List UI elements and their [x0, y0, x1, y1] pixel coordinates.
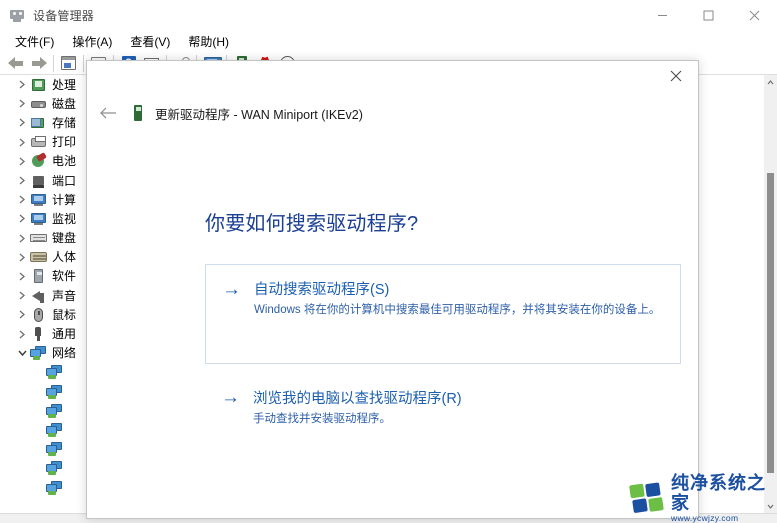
option-description: Windows 将在你的计算机中搜索最佳可用驱动程序，并将其安装在你的设备上。 [254, 304, 661, 316]
chevron-right-icon[interactable] [14, 326, 30, 342]
computer-icon [30, 192, 47, 208]
network-adapter-icon [46, 384, 63, 400]
tree-node-label: 磁盘 [52, 96, 77, 111]
software-device-icon [30, 268, 47, 284]
chevron-right-icon[interactable] [14, 96, 30, 112]
menu-file[interactable]: 文件(F) [6, 31, 63, 52]
window-titlebar: 设备管理器 [0, 0, 777, 30]
option-title[interactable]: 自动搜索驱动程序(S) [254, 278, 389, 299]
print-queue-icon [30, 134, 47, 150]
scrollbar-thumb[interactable] [767, 173, 774, 473]
dialog-header: 更新驱动程序 - WAN Miniport (IKEv2) [87, 97, 698, 129]
dialog-question: 你要如何搜索驱动程序? [205, 213, 419, 235]
tree-node-label: 处理 [52, 77, 77, 92]
chevron-right-icon[interactable] [14, 288, 30, 304]
auto-search-driver-option[interactable]: → 自动搜索驱动程序(S) Windows 将在你的计算机中搜索最佳可用驱动程序… [205, 264, 681, 364]
forward-arrow-icon [31, 56, 47, 70]
tree-node-label: 声音 [52, 288, 77, 303]
chevron-down-icon[interactable] [14, 345, 30, 361]
storage-controller-icon [30, 115, 47, 131]
chevron-right-icon[interactable] [14, 268, 30, 284]
window-controls [639, 0, 777, 30]
option-description: 手动查找并安装驱动程序。 [253, 413, 391, 425]
properties-icon [61, 56, 76, 70]
close-icon [749, 10, 759, 20]
chevron-up-icon [767, 79, 774, 84]
option-title[interactable]: 浏览我的电脑以查找驱动程序(R) [253, 387, 462, 408]
tree-node-label: 通用 [52, 327, 77, 342]
hid-icon [30, 249, 47, 265]
maximize-icon [703, 10, 713, 20]
network-adapter-icon [30, 345, 47, 361]
chevron-right-icon[interactable] [14, 211, 30, 227]
usb-icon [30, 326, 47, 342]
maximize-button[interactable] [685, 0, 731, 30]
back-button[interactable] [4, 53, 27, 74]
vertical-scrollbar[interactable] [764, 75, 777, 513]
update-driver-dialog: 更新驱动程序 - WAN Miniport (IKEv2) 你要如何搜索驱动程序… [86, 60, 699, 519]
toolbar-separator [83, 54, 84, 72]
dialog-close-button[interactable] [653, 61, 698, 90]
tree-node-label: 键盘 [52, 231, 77, 246]
scroll-up-button[interactable] [764, 75, 777, 89]
minimize-icon [657, 14, 667, 16]
tree-node-label: 存储 [52, 115, 77, 130]
arrow-right-icon: → [222, 279, 241, 300]
tree-node-label: 打印 [52, 135, 77, 150]
back-arrow-icon [7, 56, 24, 70]
dialog-back-button[interactable] [93, 98, 123, 128]
properties-button[interactable] [57, 53, 80, 74]
battery-icon [30, 153, 47, 169]
keyboard-icon [30, 230, 47, 246]
menu-view[interactable]: 查看(V) [121, 31, 179, 52]
close-button[interactable] [731, 0, 777, 30]
tree-node-label: 监视 [52, 211, 77, 226]
network-adapter-icon [46, 403, 63, 419]
network-adapter-icon [46, 460, 63, 476]
close-icon [670, 70, 681, 81]
tree-node-label: 人体 [52, 250, 77, 265]
cpu-icon [30, 77, 47, 93]
device-manager-window: 设备管理器 文件(F) 操作(A) 查看(V) 帮助(H) 处理 磁盘 存储 打… [0, 0, 777, 523]
back-arrow-icon [100, 107, 116, 119]
device-manager-icon [9, 7, 25, 23]
mouse-icon [30, 307, 47, 323]
tree-node-label: 计算 [52, 192, 77, 207]
chevron-right-icon[interactable] [14, 134, 30, 150]
chevron-right-icon[interactable] [14, 173, 30, 189]
menu-action[interactable]: 操作(A) [63, 31, 121, 52]
sound-icon [30, 288, 47, 304]
chevron-down-icon [767, 504, 774, 509]
toolbar-separator [53, 54, 54, 72]
minimize-button[interactable] [639, 0, 685, 30]
dialog-title: 更新驱动程序 - WAN Miniport (IKEv2) [155, 107, 363, 122]
device-icon [131, 105, 145, 121]
menu-bar: 文件(F) 操作(A) 查看(V) 帮助(H) [0, 30, 777, 52]
window-title: 设备管理器 [33, 8, 95, 23]
browse-computer-driver-option[interactable]: → 浏览我的电脑以查找驱动程序(R) 手动查找并安装驱动程序。 [205, 387, 681, 435]
scroll-down-button[interactable] [764, 499, 777, 513]
tree-node-label: 鼠标 [52, 307, 77, 322]
network-adapter-icon [46, 480, 63, 496]
monitor-icon [30, 211, 47, 227]
network-adapter-icon [46, 364, 63, 380]
network-adapter-icon [46, 422, 63, 438]
chevron-right-icon[interactable] [14, 77, 30, 93]
chevron-right-icon[interactable] [14, 307, 30, 323]
chevron-right-icon[interactable] [14, 153, 30, 169]
arrow-right-icon: → [221, 387, 240, 408]
chevron-right-icon[interactable] [14, 230, 30, 246]
tree-node-label: 电池 [52, 154, 77, 169]
port-icon [30, 173, 47, 189]
tree-node-label: 端口 [52, 173, 77, 188]
tree-node-label: 网络 [52, 346, 77, 361]
menu-help[interactable]: 帮助(H) [179, 31, 238, 52]
network-adapter-icon [46, 441, 63, 457]
chevron-right-icon[interactable] [14, 115, 30, 131]
tree-node-label: 软件 [52, 269, 77, 284]
disk-drive-icon [30, 96, 47, 112]
forward-button[interactable] [27, 53, 50, 74]
chevron-right-icon[interactable] [14, 249, 30, 265]
chevron-right-icon[interactable] [14, 192, 30, 208]
